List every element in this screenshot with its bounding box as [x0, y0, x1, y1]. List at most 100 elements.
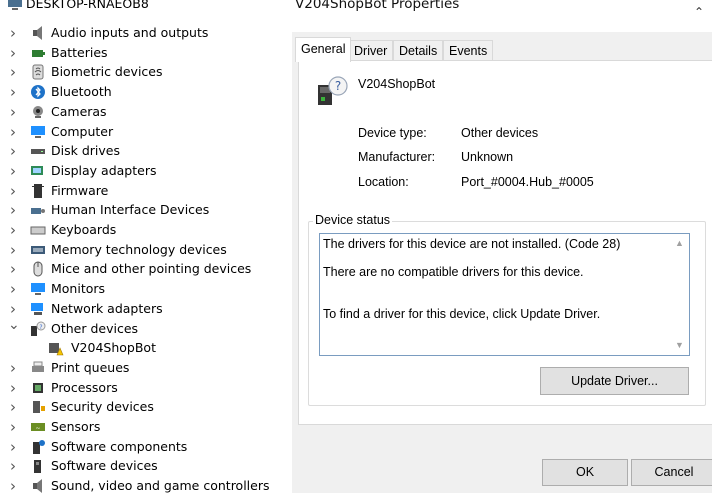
- tree-item-sound[interactable]: › Sound, video and game controllers: [0, 476, 287, 493]
- chevron-right-icon[interactable]: ›: [8, 124, 18, 139]
- tree-item-memory[interactable]: › Memory technology devices: [0, 240, 287, 260]
- chevron-right-icon[interactable]: ›: [8, 400, 18, 415]
- chevron-right-icon[interactable]: ›: [8, 104, 18, 119]
- cancel-button[interactable]: Cancel: [631, 459, 712, 486]
- svg-text:?: ?: [335, 79, 341, 93]
- ok-button[interactable]: OK: [542, 459, 628, 486]
- chevron-right-icon[interactable]: ›: [8, 26, 18, 41]
- manufacturer-label: Manufacturer:: [358, 150, 436, 164]
- chevron-right-icon[interactable]: ›: [8, 203, 18, 218]
- chevron-down-icon[interactable]: ⌄: [8, 318, 20, 332]
- tree-item-label: Firmware: [51, 182, 109, 198]
- chevron-right-icon[interactable]: ›: [8, 380, 18, 395]
- chevron-right-icon[interactable]: ›: [8, 183, 18, 198]
- tree-item-computer[interactable]: › Computer: [0, 122, 287, 142]
- tree-item-keyboards[interactable]: › Keyboards: [0, 220, 287, 240]
- tree-item-label: Software devices: [51, 458, 158, 474]
- scroll-up-icon[interactable]: ▲: [675, 238, 684, 248]
- display-adapter-icon: [31, 165, 43, 175]
- tree-item-label: Biometric devices: [51, 64, 163, 80]
- sound-icon: [33, 479, 42, 493]
- chevron-right-icon[interactable]: ›: [8, 301, 18, 316]
- fingerprint-icon: [32, 64, 44, 80]
- keyboard-icon: [30, 226, 46, 235]
- tree-item-software-devices[interactable]: › Software devices: [0, 456, 287, 476]
- tree-item-sensors[interactable]: › ~ Sensors: [0, 417, 287, 437]
- tree-item-label: Sound, video and game controllers: [51, 478, 270, 493]
- device-status-textbox[interactable]: The drivers for this device are not inst…: [319, 233, 690, 356]
- tree-item-disk-drives[interactable]: › Disk drives: [0, 141, 287, 161]
- tab-events[interactable]: Events: [443, 40, 494, 61]
- tree-item-label: Batteries: [51, 44, 108, 60]
- tree-item-label: Cameras: [51, 103, 107, 119]
- battery-icon: [32, 49, 45, 57]
- tree-item-other-devices[interactable]: ⌄? Other devices: [0, 318, 287, 339]
- tree-item-batteries[interactable]: › Batteries: [0, 43, 287, 63]
- status-scrollbar[interactable]: ▲ ▼: [672, 234, 689, 355]
- tree-item-hid[interactable]: › Human Interface Devices: [0, 200, 287, 220]
- tree-item-label: V204ShopBot: [71, 340, 156, 356]
- tree-item-bluetooth[interactable]: › Bluetooth: [0, 82, 287, 102]
- properties-dialog: V204ShopBot Properties ⌃ General Driver …: [292, 0, 712, 493]
- tree-item-biometric[interactable]: › Biometric devices: [0, 62, 287, 82]
- tree-item-software-components[interactable]: › Software components: [0, 437, 287, 457]
- software-component-icon: [33, 439, 45, 454]
- computer-icon: [8, 0, 22, 10]
- chevron-right-icon[interactable]: ›: [8, 163, 18, 178]
- monitor-icon: [31, 125, 45, 138]
- processor-icon: [33, 382, 43, 393]
- tree-item-label: Processors: [51, 379, 118, 395]
- tree-item-audio[interactable]: › Audio inputs and outputs: [0, 23, 287, 43]
- tree-item-label: Human Interface Devices: [51, 202, 210, 218]
- unknown-device-icon: ?: [318, 76, 348, 105]
- tree-item-label: Disk drives: [51, 143, 120, 159]
- chevron-right-icon[interactable]: ›: [8, 223, 18, 238]
- tree-item-label: Monitors: [51, 281, 106, 297]
- tree-item-label: Print queues: [51, 359, 130, 375]
- chevron-right-icon[interactable]: ›: [8, 439, 18, 454]
- tab-details[interactable]: Details: [393, 40, 444, 61]
- location-label: Location:: [358, 175, 409, 189]
- security-icon: [33, 401, 45, 414]
- tree-item-display-adapters[interactable]: › Display adapters: [0, 161, 287, 181]
- tree-item-mice[interactable]: › Mice and other pointing devices: [0, 259, 287, 279]
- tab-driver[interactable]: Driver: [348, 40, 394, 61]
- tree-item-label: Computer: [51, 123, 114, 139]
- tree-item-v204shopbot[interactable]: V204ShopBot: [0, 338, 287, 358]
- tree-root-label: DESKTOP-RNAEOB8: [26, 0, 149, 11]
- chevron-right-icon[interactable]: ›: [8, 459, 18, 474]
- tab-general[interactable]: General: [295, 37, 352, 62]
- scroll-down-icon[interactable]: ▼: [675, 340, 684, 350]
- chevron-right-icon[interactable]: ›: [8, 479, 18, 493]
- tree-item-network[interactable]: › Network adapters: [0, 299, 287, 319]
- tree-item-cameras[interactable]: › Cameras: [0, 102, 287, 122]
- svg-text:~: ~: [35, 425, 40, 432]
- dialog-title-bar: V204ShopBot Properties ⌃: [292, 0, 712, 32]
- tree-item-processors[interactable]: › Processors: [0, 378, 287, 398]
- chevron-right-icon[interactable]: ›: [8, 144, 18, 159]
- tree-item-label: Sensors: [51, 419, 101, 434]
- tree-item-security[interactable]: › Security devices: [0, 397, 287, 417]
- update-driver-button[interactable]: Update Driver...: [540, 367, 689, 395]
- general-panel: ? V204ShopBot Device type: Other devices…: [298, 60, 712, 425]
- chevron-right-icon[interactable]: ›: [8, 242, 18, 257]
- chevron-right-icon[interactable]: ›: [8, 360, 18, 375]
- caret-up-icon[interactable]: ⌃: [694, 5, 704, 19]
- chevron-right-icon[interactable]: ›: [8, 420, 18, 435]
- tree-item-firmware[interactable]: › Firmware: [0, 181, 287, 201]
- warning-device-icon: [49, 343, 64, 356]
- tree-item-print-queues[interactable]: › Print queues: [0, 358, 287, 378]
- device-status-legend: Device status: [313, 213, 393, 227]
- tree-root[interactable]: DESKTOP-RNAEOB8: [0, 0, 287, 14]
- location-value: Port_#0004.Hub_#0005: [461, 175, 594, 189]
- chevron-right-icon[interactable]: ›: [8, 282, 18, 297]
- tree-item-label: Network adapters: [51, 300, 163, 316]
- hid-icon: [31, 208, 45, 215]
- chevron-right-icon[interactable]: ›: [8, 262, 18, 277]
- tree-item-monitors[interactable]: › Monitors: [0, 279, 287, 299]
- tree-item-label: Software components: [51, 438, 188, 454]
- chevron-right-icon[interactable]: ›: [8, 85, 18, 100]
- tree-item-label: Audio inputs and outputs: [51, 25, 209, 40]
- chevron-right-icon[interactable]: ›: [8, 65, 18, 80]
- chevron-right-icon[interactable]: ›: [8, 45, 18, 60]
